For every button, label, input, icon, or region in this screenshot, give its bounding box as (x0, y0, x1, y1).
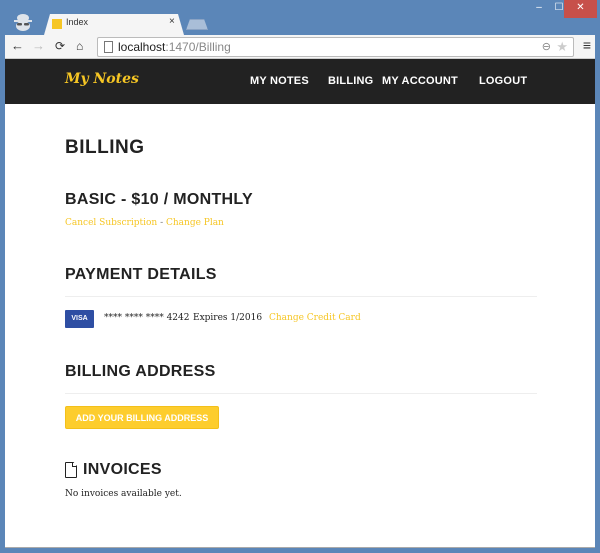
card-expiry: Expires 1/2016 (193, 313, 263, 323)
billing-address-title: BILLING ADDRESS (65, 363, 216, 380)
change-credit-card-link[interactable]: Change Credit Card (269, 313, 361, 323)
tab-close-icon[interactable]: × (169, 16, 175, 27)
card-number: **** **** **** 4242 (104, 313, 190, 323)
address-bar[interactable]: localhost:1470/Billing ⊖ ★ (97, 37, 574, 57)
browser-menu-icon[interactable]: ≡ (583, 37, 591, 53)
url-text[interactable]: localhost:1470/Billing (118, 40, 231, 54)
page-title: BILLING (65, 137, 145, 158)
nav-logout[interactable]: LOGOUT (479, 75, 527, 87)
incognito-icon (14, 14, 32, 31)
invoices-title: INVOICES (83, 461, 162, 478)
cancel-subscription-link[interactable]: Cancel Subscription (65, 218, 157, 228)
link-separator: - (157, 218, 166, 228)
brand-logo[interactable]: My Notes (65, 71, 139, 87)
plan-links: Cancel Subscription - Change Plan (65, 218, 224, 228)
nav-my-account[interactable]: MY ACCOUNT (382, 75, 458, 87)
close-window-button[interactable]: ✕ (564, 0, 597, 18)
home-icon[interactable]: ⌂ (76, 38, 83, 54)
nav-my-notes[interactable]: MY NOTES (250, 75, 309, 87)
new-tab-button[interactable] (186, 19, 208, 30)
navbar: My Notes MY NOTES BILLING MY ACCOUNT LOG… (5, 59, 595, 104)
payment-details-title: PAYMENT DETAILS (65, 266, 217, 283)
change-plan-link[interactable]: Change Plan (166, 218, 224, 228)
page-icon (104, 41, 113, 53)
reload-icon[interactable]: ⟳ (55, 38, 65, 54)
add-billing-address-button[interactable]: ADD YOUR BILLING ADDRESS (65, 406, 219, 429)
bookmark-star-icon[interactable]: ★ (556, 39, 568, 55)
nav-billing[interactable]: BILLING (328, 75, 373, 87)
browser-toolbar: ← → ⟳ ⌂ localhost:1470/Billing ⊖ ★ ≡ (5, 35, 595, 59)
divider (65, 393, 537, 394)
plan-title: BASIC - $10 / MONTHLY (65, 191, 253, 208)
no-invoices-text: No invoices available yet. (65, 489, 182, 499)
divider (65, 296, 537, 297)
tab-index[interactable] (44, 14, 184, 35)
url-host: localhost (118, 40, 166, 54)
title-bar: Index × – ☐ ✕ (0, 0, 600, 35)
back-icon[interactable]: ← (11, 38, 24, 54)
forward-icon[interactable]: → (32, 38, 45, 54)
document-icon-fold (72, 462, 77, 467)
browser-window: Index × – ☐ ✕ ← → ⟳ ⌂ localhost:1470/Bil… (0, 0, 600, 553)
page-viewport: My Notes MY NOTES BILLING MY ACCOUNT LOG… (5, 59, 595, 548)
url-path: :1470/Billing (165, 40, 231, 54)
tab-title: Index (66, 17, 89, 27)
minimize-button[interactable]: – (528, 0, 550, 18)
visa-card-icon: VISA (65, 310, 94, 328)
zoom-icon[interactable]: ⊖ (542, 40, 551, 53)
favicon-icon (52, 19, 62, 29)
